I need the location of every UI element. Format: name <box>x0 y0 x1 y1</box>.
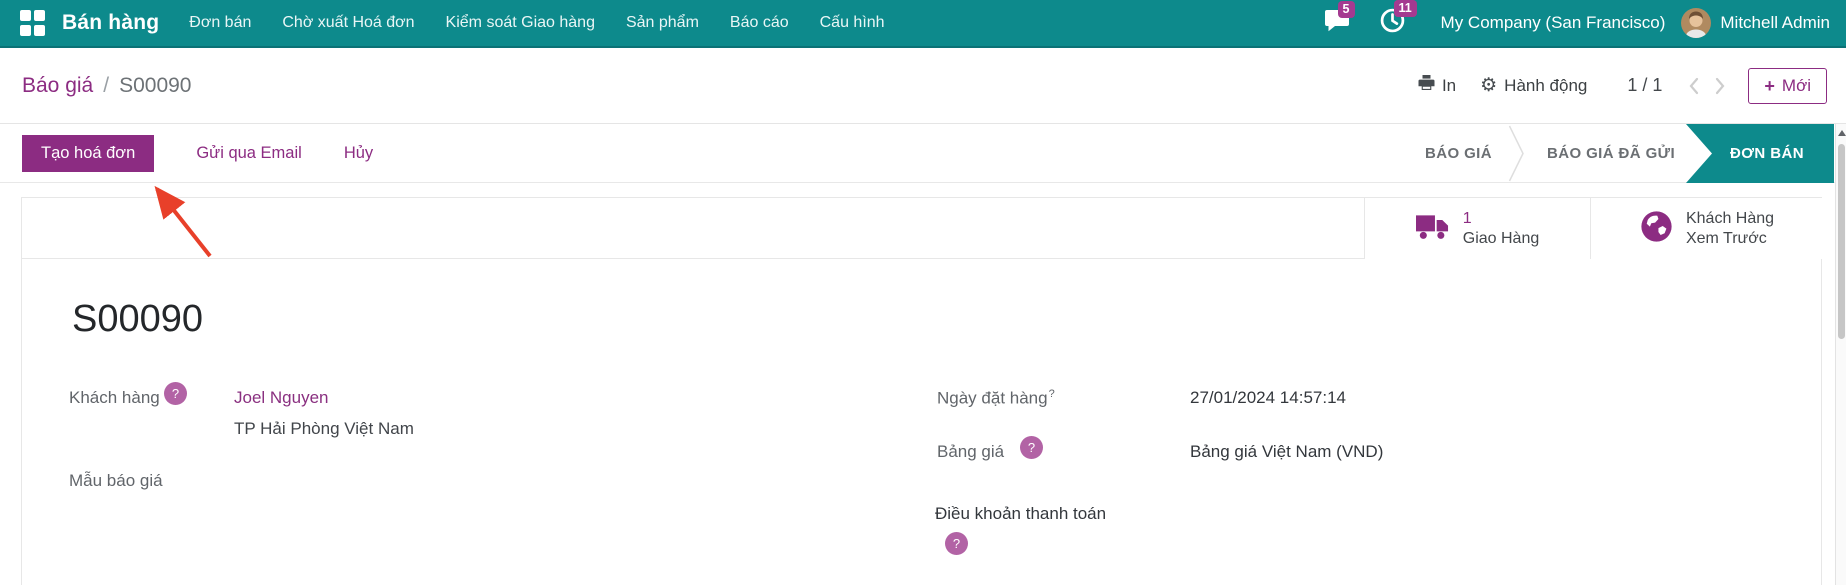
sales-order-screen: Bán hàng Đơn bán Chờ xuất Hoá đơn Kiểm s… <box>0 0 1846 585</box>
vertical-scrollbar[interactable] <box>1835 124 1846 585</box>
gear-icon: ⚙ <box>1480 75 1498 96</box>
delivery-count: 1 <box>1462 209 1472 227</box>
print-label: In <box>1441 75 1457 95</box>
customer-preview-line2: Xem Trước <box>1685 229 1767 247</box>
customer-address: TP Hải Phòng Việt Nam <box>234 419 414 438</box>
printer-icon <box>1418 75 1435 96</box>
cancel-button[interactable]: Hủy <box>344 144 373 163</box>
customer-preview-line1: Khách Hàng <box>1685 209 1775 227</box>
record-actions: Tạo hoá đơn Gửi qua Email Hủy <box>22 124 373 183</box>
action-menu-button[interactable]: ⚙ Hành động <box>1480 76 1587 96</box>
menu-item-san-pham[interactable]: Sản phẩm <box>626 14 699 32</box>
menu-item-kiem-soat-giao-hang[interactable]: Kiểm soát Giao hàng <box>446 14 595 32</box>
truck-icon <box>1415 213 1450 245</box>
control-panel: Báo giá / S00090 In ⚙ Hành động 1 / 1 + … <box>0 48 1846 124</box>
new-button-label: Mới <box>1781 75 1811 95</box>
form-sheet: 1 Giao Hàng Khách Hàng Xem Trước S00090 … <box>21 197 1823 585</box>
topbar-right: 5 11 My Company (San Francisco) Mitchell… <box>1324 0 1830 38</box>
top-menu: Đơn bán Chờ xuất Hoá đơn Kiểm soát Giao … <box>189 14 884 32</box>
topbar: Bán hàng Đơn bán Chờ xuất Hoá đơn Kiểm s… <box>0 0 1846 48</box>
globe-icon <box>1640 210 1673 248</box>
customer-help-icon[interactable]: ? <box>164 382 187 405</box>
order-date-value[interactable]: 27/01/2024 14:57:14 <box>1190 388 1346 408</box>
send-by-email-button[interactable]: Gửi qua Email <box>196 144 302 163</box>
activities-button[interactable]: 11 <box>1380 0 1417 38</box>
pricelist-help-icon[interactable]: ? <box>1020 436 1043 459</box>
breadcrumb-quotations-link[interactable]: Báo giá <box>22 74 93 98</box>
order-title: S00090 <box>72 298 204 340</box>
apps-grid-icon[interactable] <box>20 9 47 37</box>
app-name[interactable]: Bán hàng <box>62 11 159 35</box>
breadcrumb-separator: / <box>103 73 110 97</box>
pricelist-label: Bảng giá <box>937 442 1005 461</box>
order-date-label: Ngày đặt hàng? <box>937 388 1055 408</box>
stage-quotation[interactable]: BÁO GIÁ <box>1425 124 1492 183</box>
scrollbar-thumb[interactable] <box>1838 144 1845 339</box>
stage-separator-chevron-icon <box>1508 124 1526 188</box>
stage-quotation-sent[interactable]: BÁO GIÁ ĐÃ GỬI <box>1547 124 1675 183</box>
print-button[interactable]: In <box>1418 75 1456 96</box>
action-label: Hành động <box>1504 75 1588 95</box>
customer-preview-smart-button[interactable]: Khách Hàng Xem Trước <box>1590 198 1823 259</box>
smart-button-box: 1 Giao Hàng Khách Hàng Xem Trước <box>22 198 1823 259</box>
delivery-label: Giao Hàng <box>1462 229 1540 247</box>
plus-icon: + <box>1764 75 1775 96</box>
activities-count-badge: 11 <box>1393 0 1417 17</box>
pricelist-value[interactable]: Bảng giá Việt Nam (VND) <box>1190 442 1383 462</box>
scroll-up-arrow-icon[interactable] <box>1838 130 1846 136</box>
menu-item-don-ban[interactable]: Đơn bán <box>189 14 251 32</box>
company-switcher[interactable]: My Company (San Francisco) <box>1441 13 1666 33</box>
new-record-button[interactable]: + Mới <box>1748 67 1827 104</box>
pager-counter: 1 / 1 <box>1627 75 1663 95</box>
status-bar: Tạo hoá đơn Gửi qua Email Hủy BÁO GIÁ BÁ… <box>0 124 1846 183</box>
create-invoice-button[interactable]: Tạo hoá đơn <box>22 135 155 172</box>
user-avatar[interactable] <box>1681 8 1712 38</box>
menu-item-cau-hinh[interactable]: Cấu hình <box>820 14 885 32</box>
messages-button[interactable]: 5 <box>1324 0 1355 38</box>
pager-previous-button[interactable] <box>1680 73 1707 99</box>
payment-terms-label: Điều khoản thanh toán <box>935 504 1107 523</box>
customer-label: Khách hàng <box>69 388 160 407</box>
menu-item-cho-xuat-hoa-don[interactable]: Chờ xuất Hoá đơn <box>282 14 414 32</box>
payment-terms-help-icon[interactable]: ? <box>945 532 968 555</box>
customer-name-link[interactable]: Joel Nguyen <box>234 388 329 408</box>
delivery-smart-button[interactable]: 1 Giao Hàng <box>1364 198 1590 259</box>
breadcrumb-current: S00090 <box>119 73 192 97</box>
user-menu[interactable]: Mitchell Admin <box>1720 13 1830 33</box>
quotation-template-label: Mẫu báo giá <box>69 471 163 490</box>
order-date-help-mark: ? <box>1048 388 1055 400</box>
stage-sales-order-active[interactable]: ĐƠN BÁN <box>1686 124 1834 183</box>
messages-count-badge: 5 <box>1337 0 1355 18</box>
control-panel-buttons: In ⚙ Hành động 1 / 1 + Mới <box>1418 67 1827 104</box>
breadcrumb: Báo giá / S00090 <box>22 74 191 98</box>
menu-item-bao-cao[interactable]: Báo cáo <box>730 14 789 32</box>
pager-next-button[interactable] <box>1707 73 1734 99</box>
